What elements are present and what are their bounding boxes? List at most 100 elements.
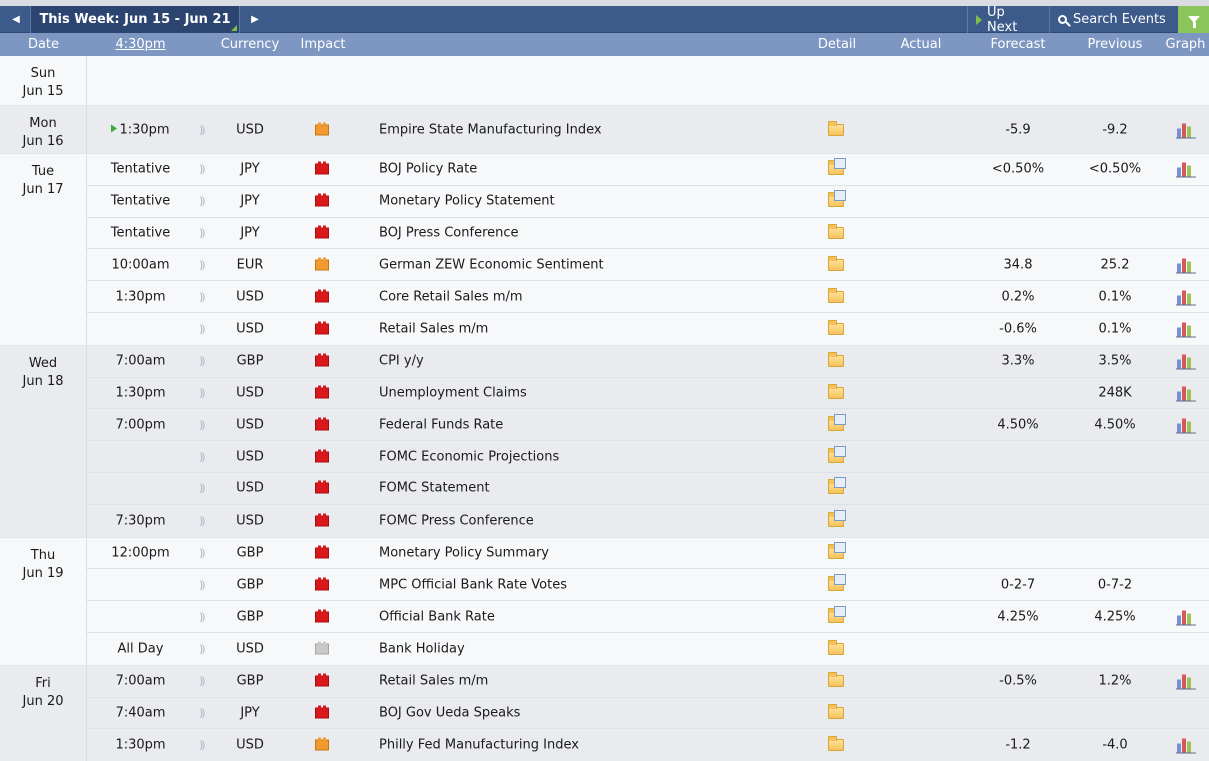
sound-alert-icon[interactable]: ))	[199, 514, 211, 527]
detail-folder-icon[interactable]	[828, 319, 844, 335]
table-row[interactable]: Tentative)) JPY Monetary Policy Statement	[87, 186, 1209, 218]
sound-alert-icon[interactable]: ))	[199, 578, 211, 591]
sound-alert-icon[interactable]: ))	[199, 195, 211, 208]
detail-folder-icon[interactable]	[828, 287, 844, 303]
sound-alert-icon[interactable]: ))	[199, 355, 211, 368]
sound-alert-icon[interactable]: ))	[199, 675, 211, 688]
table-row[interactable]: Tentative)) JPY BOJ Press Conference	[87, 218, 1209, 250]
event-name[interactable]: Official Bank Rate	[379, 609, 495, 624]
detail-folder-icon[interactable]	[828, 703, 844, 719]
event-forecast: -1.2	[1005, 737, 1031, 753]
detail-folder-icon[interactable]	[828, 672, 844, 688]
bar-chart-icon[interactable]	[1176, 738, 1196, 754]
event-name[interactable]: CPI y/y	[379, 354, 424, 369]
event-name[interactable]: FOMC Statement	[379, 481, 490, 496]
event-name[interactable]: Bank Holiday	[379, 641, 465, 656]
filter-button[interactable]	[1178, 6, 1209, 33]
detail-folder-icon[interactable]	[828, 383, 844, 399]
detail-folder-icon[interactable]	[828, 736, 844, 752]
header-time-link[interactable]: 4:30pm	[87, 33, 194, 56]
detail-document-icon[interactable]	[828, 477, 846, 495]
event-name[interactable]: BOJ Press Conference	[379, 225, 519, 240]
sound-alert-icon[interactable]: ))	[199, 123, 211, 136]
detail-document-icon[interactable]	[828, 541, 846, 559]
sound-alert-icon[interactable]: ))	[199, 258, 211, 271]
table-row[interactable]: 7:00am)) GBP Retail Sales m/m -0.5% 1.2%	[87, 666, 1209, 698]
event-name[interactable]: BOJ Policy Rate	[379, 162, 477, 177]
bar-chart-icon[interactable]	[1176, 609, 1196, 626]
detail-document-icon[interactable]	[828, 509, 846, 527]
detail-folder-icon[interactable]	[828, 223, 844, 239]
table-row[interactable]: All Day)) USD Bank Holiday	[87, 633, 1209, 665]
prev-week-button[interactable]: ◀	[3, 6, 29, 33]
sound-alert-icon[interactable]: ))	[199, 226, 211, 239]
sound-alert-icon[interactable]: ))	[199, 610, 211, 623]
table-row[interactable]: 1:30pm)) USD Core Retail Sales m/m 0.2% 0.1%	[87, 281, 1209, 313]
search-events-button[interactable]: Search Events	[1049, 6, 1177, 33]
bar-chart-icon[interactable]	[1176, 289, 1196, 306]
sound-alert-icon[interactable]: ))	[199, 642, 211, 655]
bar-chart-icon[interactable]	[1176, 257, 1196, 274]
bar-chart-icon[interactable]	[1176, 354, 1196, 370]
bar-chart-icon[interactable]	[1176, 122, 1196, 138]
up-next-button[interactable]: Up Next	[967, 5, 1047, 35]
table-row[interactable]: 7:30pm)) USD FOMC Press Conference	[87, 505, 1209, 537]
event-name[interactable]: Empire State Manufacturing Index	[379, 122, 602, 137]
detail-document-icon[interactable]	[828, 190, 846, 208]
event-name[interactable]: Federal Funds Rate	[379, 417, 503, 432]
event-name[interactable]: FOMC Press Conference	[379, 513, 534, 528]
sound-alert-icon[interactable]: ))	[199, 322, 211, 335]
bar-chart-icon[interactable]	[1176, 321, 1196, 338]
detail-document-icon[interactable]	[828, 605, 846, 623]
table-row[interactable]: )) USD Retail Sales m/m -0.6% 0.1%	[87, 313, 1209, 345]
table-row[interactable]: 12:00pm)) GBP Monetary Policy Summary	[87, 538, 1209, 570]
sound-alert-icon[interactable]: ))	[199, 163, 211, 176]
event-name[interactable]: German ZEW Economic Sentiment	[379, 257, 604, 272]
detail-document-icon[interactable]	[828, 158, 846, 176]
detail-document-icon[interactable]	[828, 573, 846, 591]
sound-alert-icon[interactable]: ))	[199, 739, 211, 752]
event-name[interactable]: Monetary Policy Summary	[379, 545, 549, 560]
sound-alert-icon[interactable]: ))	[199, 546, 211, 559]
event-name[interactable]: Unemployment Claims	[379, 385, 527, 400]
event-name[interactable]: FOMC Economic Projections	[379, 449, 559, 464]
bar-chart-icon-bar	[1187, 126, 1191, 137]
table-row[interactable]: 7:00am)) GBP CPI y/y 3.3% 3.5%	[87, 346, 1209, 378]
event-name[interactable]: Philly Fed Manufacturing Index	[379, 738, 579, 753]
event-name[interactable]: Core Retail Sales m/m	[379, 289, 523, 304]
sound-alert-icon[interactable]: ))	[199, 706, 211, 719]
sound-alert-icon[interactable]: ))	[199, 450, 211, 463]
detail-document-icon[interactable]	[828, 445, 846, 463]
table-row[interactable]: 1:30pm)) USD Unemployment Claims 248K	[87, 378, 1209, 410]
bar-chart-icon[interactable]	[1176, 417, 1196, 434]
detail-folder-icon[interactable]	[828, 352, 844, 368]
sound-alert-icon[interactable]: ))	[199, 290, 211, 303]
table-row[interactable]: )) GBP MPC Official Bank Rate Votes 0-2-7 0-…	[87, 569, 1209, 602]
sound-alert-icon[interactable]: ))	[199, 482, 211, 495]
detail-folder-icon[interactable]	[828, 639, 844, 655]
event-name[interactable]: MPC Official Bank Rate Votes	[379, 577, 567, 592]
table-row[interactable]: 10:00am)) EUR German ZEW Economic Sentimen…	[87, 249, 1209, 282]
detail-folder-icon[interactable]	[828, 255, 844, 271]
table-row[interactable]: Tentative)) JPY BOJ Policy Rate <0.50% <0.50…	[87, 154, 1209, 186]
event-name[interactable]: Retail Sales m/m	[379, 321, 488, 336]
bar-chart-icon[interactable]	[1176, 162, 1196, 178]
event-name[interactable]: Monetary Policy Statement	[379, 194, 555, 209]
table-row[interactable]: 7:40am)) JPY BOJ Gov Ueda Speaks	[87, 698, 1209, 730]
event-name[interactable]: Retail Sales m/m	[379, 674, 488, 689]
table-row[interactable]: 7:00pm)) USD Federal Funds Rate 4.50% 4.50%	[87, 409, 1209, 442]
sound-alert-icon[interactable]: ))	[199, 418, 211, 431]
next-week-button[interactable]: ▶	[242, 6, 268, 33]
detail-folder-icon[interactable]	[828, 120, 844, 136]
table-row[interactable]: )) USD FOMC Economic Projections	[87, 441, 1209, 473]
sound-alert-icon[interactable]: ))	[199, 386, 211, 399]
table-row[interactable]: 1:30pm)) USD Philly Fed Manufacturing Inde…	[87, 729, 1209, 761]
bar-chart-icon[interactable]	[1176, 385, 1196, 402]
table-row[interactable]: )) GBP Official Bank Rate 4.25% 4.25%	[87, 601, 1209, 633]
bar-chart-icon[interactable]	[1176, 674, 1196, 690]
week-selector[interactable]: This Week: Jun 15 - Jun 21	[30, 6, 240, 33]
table-row[interactable]: 1:30pm)) USD Empire State Manufacturing In…	[87, 106, 1209, 153]
event-name[interactable]: BOJ Gov Ueda Speaks	[379, 705, 520, 720]
table-row[interactable]: )) USD FOMC Statement	[87, 473, 1209, 505]
detail-document-icon[interactable]	[828, 413, 846, 431]
